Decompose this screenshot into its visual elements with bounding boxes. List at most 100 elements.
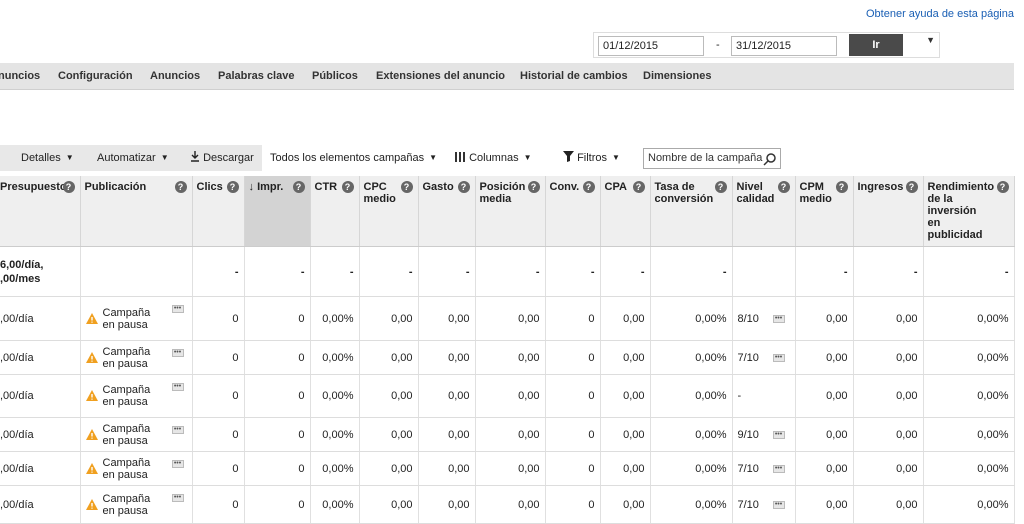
more-options-icon[interactable]: ••• — [171, 305, 184, 313]
help-icon[interactable]: ? — [62, 181, 75, 193]
warning-icon — [85, 498, 98, 510]
help-icon[interactable]: ? — [905, 181, 918, 193]
help-icon[interactable]: ? — [174, 181, 187, 193]
row-conv: 0 — [545, 451, 601, 486]
summary-cell: - — [600, 246, 651, 297]
chevron-down-icon[interactable]: ▼ — [926, 35, 935, 45]
row-budget: ,00/día — [0, 451, 81, 486]
col-cpm[interactable]: CPM medio? — [795, 176, 854, 247]
more-options-icon[interactable]: ••• — [772, 353, 785, 362]
filter-scope-menu[interactable]: Todos los elementos campañas ▼ — [270, 145, 437, 171]
help-icon[interactable]: ? — [632, 181, 645, 193]
col-cpa[interactable]: CPA? — [600, 176, 651, 247]
more-options-icon[interactable]: ••• — [171, 494, 184, 502]
more-options-icon[interactable]: ••• — [772, 430, 785, 439]
more-options-icon[interactable]: ••• — [772, 464, 785, 473]
col-status[interactable]: Publicación? — [80, 176, 193, 247]
date-separator: - — [716, 39, 720, 51]
col-position-label: Posición media — [479, 181, 526, 205]
row-spend: 0,00 — [418, 340, 476, 375]
col-quality[interactable]: Nivel calidad? — [732, 176, 796, 247]
help-icon[interactable]: ? — [996, 181, 1009, 193]
col-spend-label: Gasto — [422, 181, 454, 193]
tab-settings[interactable]: Configuración — [58, 70, 133, 82]
col-conversions-label: Conv. — [549, 181, 580, 193]
row-clicks: 0 — [192, 485, 245, 524]
summary-cell: - — [650, 246, 733, 297]
help-icon[interactable]: ? — [341, 181, 354, 193]
col-quality-label: Nivel calidad — [736, 181, 775, 205]
search-icon[interactable] — [763, 152, 777, 166]
summary-budget-line2: ,00/mes — [0, 272, 41, 285]
automate-menu[interactable]: Automatizar ▼ — [97, 145, 169, 171]
col-ctr[interactable]: CTR? — [310, 176, 360, 247]
col-roas-label: Rendimiento de la inversión en publicida… — [927, 181, 995, 241]
row-budget: ,00/día — [0, 340, 81, 375]
more-options-icon[interactable]: ••• — [171, 426, 184, 434]
go-button[interactable]: Ir — [849, 34, 903, 56]
help-link[interactable]: Obtener ayuda de esta página — [866, 8, 1014, 20]
tab-ads[interactable]: Anuncios — [150, 70, 200, 82]
more-options-icon[interactable]: ••• — [171, 383, 184, 391]
col-impressions[interactable]: ↓ Impr.? — [244, 176, 311, 247]
details-menu[interactable]: Detalles ▼ — [21, 145, 74, 171]
columns-menu[interactable]: Columnas ▼ — [455, 145, 532, 171]
end-date-input[interactable]: 31/12/2015 — [731, 36, 837, 56]
col-conversion-rate[interactable]: Tasa de conversión? — [650, 176, 733, 247]
tab-ad-extensions[interactable]: Extensiones del anuncio — [376, 70, 505, 82]
tab-change-history[interactable]: Historial de cambios — [520, 70, 628, 82]
more-options-icon[interactable]: ••• — [772, 500, 785, 509]
row-pos: 0,00 — [475, 296, 546, 341]
tab-dimensions[interactable]: Dimensiones — [643, 70, 711, 82]
campaign-search-input[interactable]: Nombre de la campaña — [643, 148, 781, 169]
col-cpc[interactable]: CPC medio? — [359, 176, 419, 247]
row-cpm: 0,00 — [795, 340, 854, 375]
row-status: Campaña en pausa ••• — [80, 485, 193, 524]
download-button[interactable]: Descargar — [190, 145, 254, 171]
col-roas[interactable]: Rendimiento de la inversión en publicida… — [923, 176, 1015, 247]
help-icon[interactable]: ? — [226, 181, 239, 193]
tab-ads-groups[interactable]: nuncios — [0, 70, 40, 82]
summary-cell: - — [853, 246, 924, 297]
row-roas: 0,00% — [923, 451, 1015, 486]
col-spend[interactable]: Gasto? — [418, 176, 476, 247]
help-icon[interactable]: ? — [527, 181, 540, 193]
more-options-icon[interactable]: ••• — [772, 314, 785, 323]
row-cpm: 0,00 — [795, 417, 854, 452]
table-toolbar: Detalles ▼ Automatizar ▼ Descargar Todos l… — [0, 145, 1014, 171]
tab-keywords[interactable]: Palabras clave — [218, 70, 294, 82]
row-cpm: 0,00 — [795, 374, 854, 418]
row-income: 0,00 — [853, 451, 924, 486]
col-budget[interactable]: Presupuesto? — [0, 176, 81, 247]
row-status: Campaña en pausa ••• — [80, 374, 193, 418]
row-status-label: Campaña en pausa — [102, 492, 151, 517]
help-icon[interactable]: ? — [292, 181, 305, 193]
col-income-label: Ingresos — [857, 181, 904, 193]
help-icon[interactable]: ? — [457, 181, 470, 193]
help-icon[interactable]: ? — [835, 181, 848, 193]
table-header-row: Presupuesto? Publicación? Clics? ↓ Impr.… — [0, 176, 1015, 247]
more-options-icon[interactable]: ••• — [171, 349, 184, 357]
help-icon[interactable]: ? — [777, 181, 790, 193]
row-conv_rate: 0,00% — [650, 485, 733, 524]
row-cpc: 0,00 — [359, 417, 419, 452]
help-icon[interactable]: ? — [582, 181, 595, 193]
row-cpa: 0,00 — [600, 451, 651, 486]
col-conversions[interactable]: Conv.? — [545, 176, 601, 247]
help-icon[interactable]: ? — [714, 181, 727, 193]
col-position[interactable]: Posición media? — [475, 176, 546, 247]
row-roas: 0,00% — [923, 374, 1015, 418]
row-quality: 8/10 ••• — [732, 296, 796, 341]
filters-menu[interactable]: Filtros ▼ — [563, 145, 620, 171]
col-clicks[interactable]: Clics? — [192, 176, 245, 247]
filter-icon — [563, 151, 574, 162]
row-quality: 7/10 ••• — [732, 451, 796, 486]
col-ctr-label: CTR — [314, 181, 338, 193]
more-options-icon[interactable]: ••• — [171, 460, 184, 468]
download-label: Descargar — [203, 152, 254, 164]
col-income[interactable]: Ingresos? — [853, 176, 924, 247]
help-icon[interactable]: ? — [400, 181, 413, 193]
row-conv: 0 — [545, 296, 601, 341]
tab-audiences[interactable]: Públicos — [312, 70, 358, 82]
start-date-input[interactable]: 01/12/2015 — [598, 36, 704, 56]
